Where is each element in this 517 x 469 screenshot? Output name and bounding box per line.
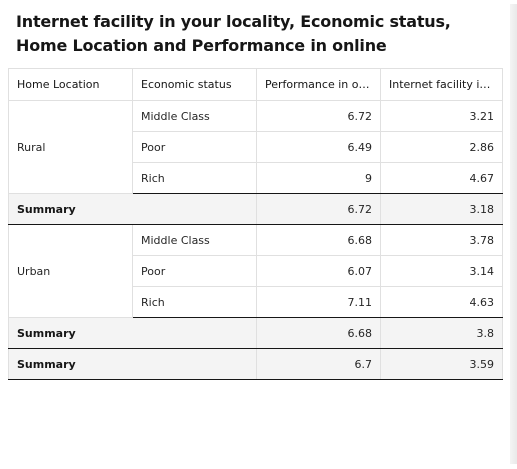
performance-cell: 6.49 — [256, 131, 381, 163]
summary-performance-cell: 6.68 — [256, 317, 381, 349]
performance-cell: 6.72 — [256, 100, 381, 132]
summary-internet-cell: 3.8 — [380, 317, 503, 349]
internet-cell: 3.14 — [380, 255, 503, 287]
economic-status-cell: Poor — [132, 131, 257, 163]
performance-cell: 6.68 — [256, 224, 381, 256]
internet-cell: 4.67 — [380, 162, 503, 194]
summary-label: Summary — [8, 317, 257, 349]
report-title: Internet facility in your locality, Econ… — [16, 12, 451, 55]
grand-summary-row: Summary 6.7 3.59 — [8, 348, 503, 380]
table-row: Urban Middle Class 6.68 3.78 — [8, 224, 503, 318]
column-header-performance[interactable]: Performance in on... — [256, 68, 381, 101]
economic-status-cell: Middle Class — [132, 224, 257, 256]
grand-summary-performance-cell: 6.7 — [256, 348, 381, 380]
column-header-home-location[interactable]: Home Location — [8, 68, 133, 101]
internet-cell: 4.63 — [380, 286, 503, 318]
summary-row: Summary 6.68 3.8 — [8, 317, 503, 349]
grand-summary-internet-cell: 3.59 — [380, 348, 503, 380]
header-row: Home Location Economic status Performanc… — [8, 68, 503, 101]
pivot-table: Home Location Economic status Performanc… — [8, 68, 503, 380]
grand-summary-label: Summary — [8, 348, 257, 380]
column-header-economic-status[interactable]: Economic status — [132, 68, 257, 101]
economic-status-cell: Middle Class — [132, 100, 257, 132]
report-card: Internet facility in your locality, Econ… — [0, 0, 510, 400]
table-row: Rural Middle Class 6.72 3.21 — [8, 100, 503, 194]
summary-performance-cell: 6.72 — [256, 193, 381, 225]
economic-status-cell: Rich — [132, 162, 257, 194]
internet-cell: 2.86 — [380, 131, 503, 163]
summary-label: Summary — [8, 193, 257, 225]
row-header-location: Urban — [8, 224, 133, 318]
economic-status-cell: Rich — [132, 286, 257, 318]
performance-cell: 7.11 — [256, 286, 381, 318]
internet-cell: 3.21 — [380, 100, 503, 132]
row-header-location: Rural — [8, 100, 133, 194]
internet-cell: 3.78 — [380, 224, 503, 256]
card-edge-shadow — [510, 4, 517, 464]
column-header-internet-facility[interactable]: Internet facility in... — [380, 68, 503, 101]
performance-cell: 6.07 — [256, 255, 381, 287]
summary-internet-cell: 3.18 — [380, 193, 503, 225]
summary-row: Summary 6.72 3.18 — [8, 193, 503, 225]
performance-cell: 9 — [256, 162, 381, 194]
economic-status-cell: Poor — [132, 255, 257, 287]
